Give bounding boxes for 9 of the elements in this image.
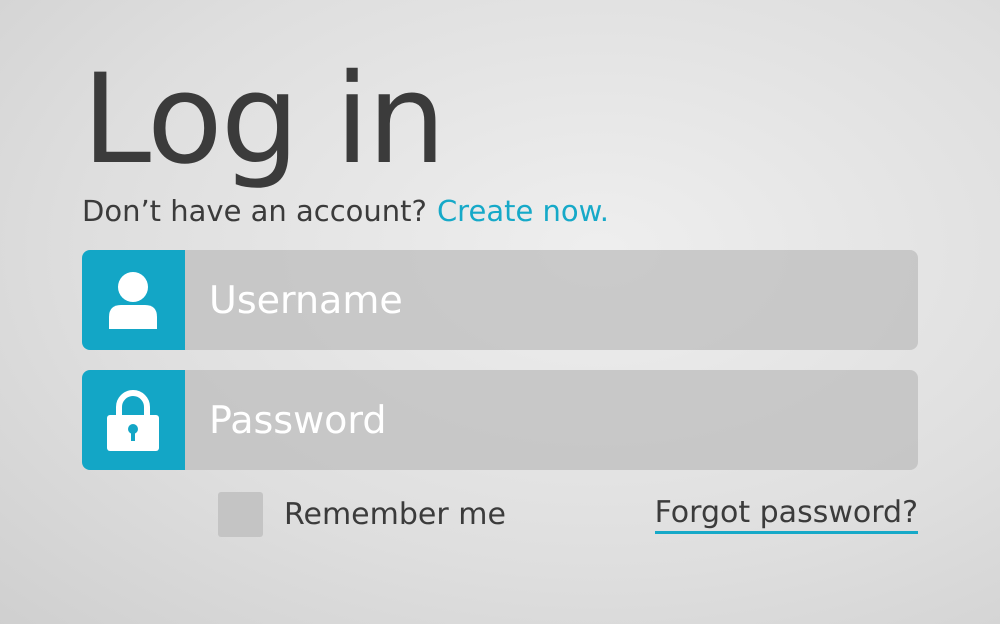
user-icon	[82, 250, 185, 350]
remember-label: Remember me	[284, 497, 506, 532]
password-field[interactable]: Password	[185, 370, 918, 470]
lock-icon	[82, 370, 185, 470]
forgot-password-link[interactable]: Forgot password?	[654, 495, 918, 534]
page-title: Log in	[82, 50, 444, 190]
signup-prompt: Don’t have an account?	[82, 194, 427, 228]
remember-checkbox[interactable]	[218, 492, 263, 537]
username-field[interactable]: Username	[185, 250, 918, 350]
